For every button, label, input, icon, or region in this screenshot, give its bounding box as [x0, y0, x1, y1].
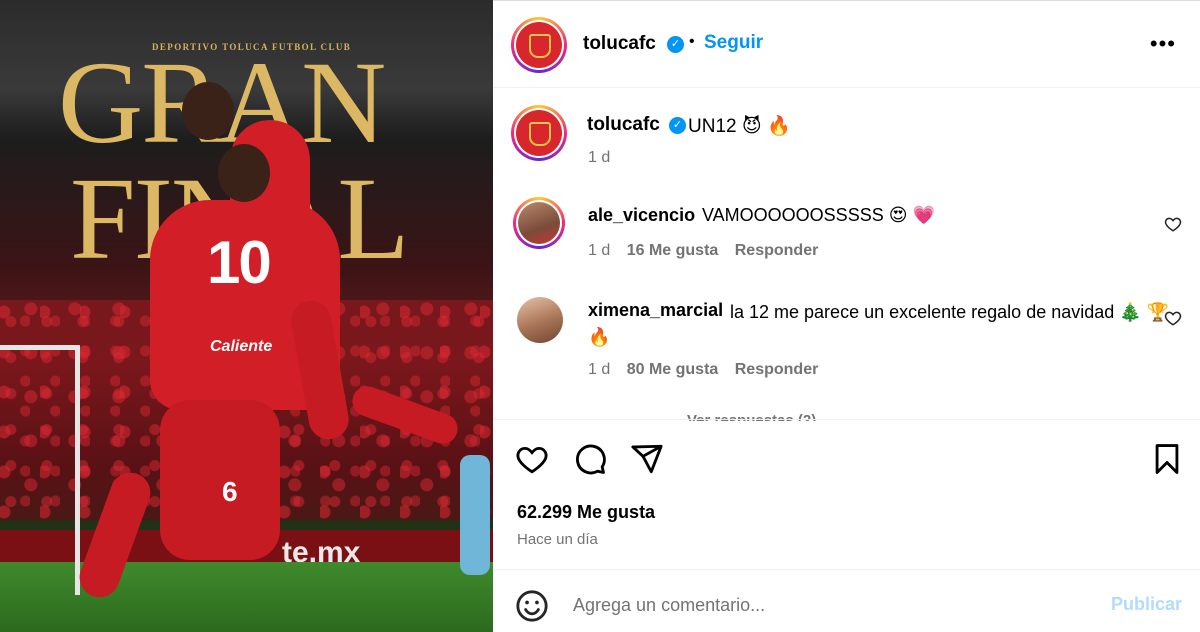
- caption-avatar[interactable]: [511, 105, 567, 161]
- comment-username[interactable]: ale_vicencio: [588, 205, 695, 226]
- comment-meta: 1 d 80 Me gusta Responder: [588, 361, 830, 379]
- comment-input[interactable]: [573, 590, 1073, 620]
- profile-avatar[interactable]: [511, 17, 567, 73]
- emoji-smiley-icon[interactable]: [515, 589, 549, 623]
- jersey-number-10: 10: [207, 229, 272, 296]
- player-bottom: [160, 400, 280, 560]
- commenter-avatar[interactable]: [513, 197, 565, 249]
- toluca-logo-icon: [516, 110, 562, 156]
- post-image[interactable]: te.mx DEPORTIVO TOLUCA FUTBOL CLUB GRAN …: [0, 0, 493, 632]
- follow-button[interactable]: Seguir: [704, 32, 763, 54]
- toluca-logo-icon: [516, 22, 562, 68]
- verified-badge-icon: ✓: [667, 36, 684, 53]
- post-header: tolucafc ✓ • Seguir •••: [493, 1, 1200, 88]
- reply-button[interactable]: Responder: [735, 361, 819, 378]
- publish-button[interactable]: Publicar: [1111, 594, 1182, 615]
- reply-button[interactable]: Responder: [735, 242, 819, 259]
- separator-dot: •: [689, 33, 695, 50]
- comment-bubble-icon[interactable]: [573, 442, 607, 476]
- comment-text: la 12 me parece un excelente regalo de n…: [588, 302, 1170, 347]
- comment-likes[interactable]: 16 Me gusta: [627, 242, 719, 259]
- comment-likes[interactable]: 80 Me gusta: [627, 361, 719, 378]
- caption-text: UN12 😈 🔥: [688, 116, 791, 137]
- shirt-sponsor: Caliente: [210, 338, 273, 355]
- commenter-avatar[interactable]: [517, 297, 563, 343]
- comment-like-heart-icon[interactable]: [1164, 309, 1182, 327]
- post-panel: tolucafc ✓ • Seguir ••• tolucafc ✓ UN12 …: [493, 0, 1200, 632]
- likes-count[interactable]: 62.299 Me gusta: [517, 502, 655, 523]
- more-options-icon[interactable]: •••: [1150, 31, 1176, 57]
- comment-time[interactable]: 1 d: [588, 361, 610, 378]
- comment-like-heart-icon[interactable]: [1164, 215, 1182, 233]
- comment-composer: Publicar: [493, 569, 1200, 632]
- caption-username[interactable]: tolucafc: [587, 114, 660, 136]
- verified-badge-icon: ✓: [669, 117, 686, 134]
- posted-time[interactable]: Hace un día: [517, 531, 598, 548]
- player-head: [218, 144, 270, 202]
- caption-time[interactable]: 1 d: [588, 149, 610, 167]
- like-heart-icon[interactable]: [515, 442, 549, 476]
- goalkeeper: [460, 455, 490, 575]
- comment-text: VAMOOOOOOSSSSS 😍 💗: [702, 205, 935, 225]
- comment-time[interactable]: 1 d: [588, 242, 610, 259]
- goal-frame: [0, 345, 80, 595]
- header-username[interactable]: tolucafc: [583, 33, 656, 55]
- save-bookmark-icon[interactable]: [1150, 442, 1184, 476]
- post-actions: 62.299 Me gusta Hace un día: [493, 419, 1200, 569]
- player-head: [182, 82, 234, 140]
- comment-meta: 1 d 16 Me gusta Responder: [588, 242, 830, 260]
- share-send-icon[interactable]: [630, 442, 664, 476]
- jersey-number-6: 6: [222, 476, 238, 507]
